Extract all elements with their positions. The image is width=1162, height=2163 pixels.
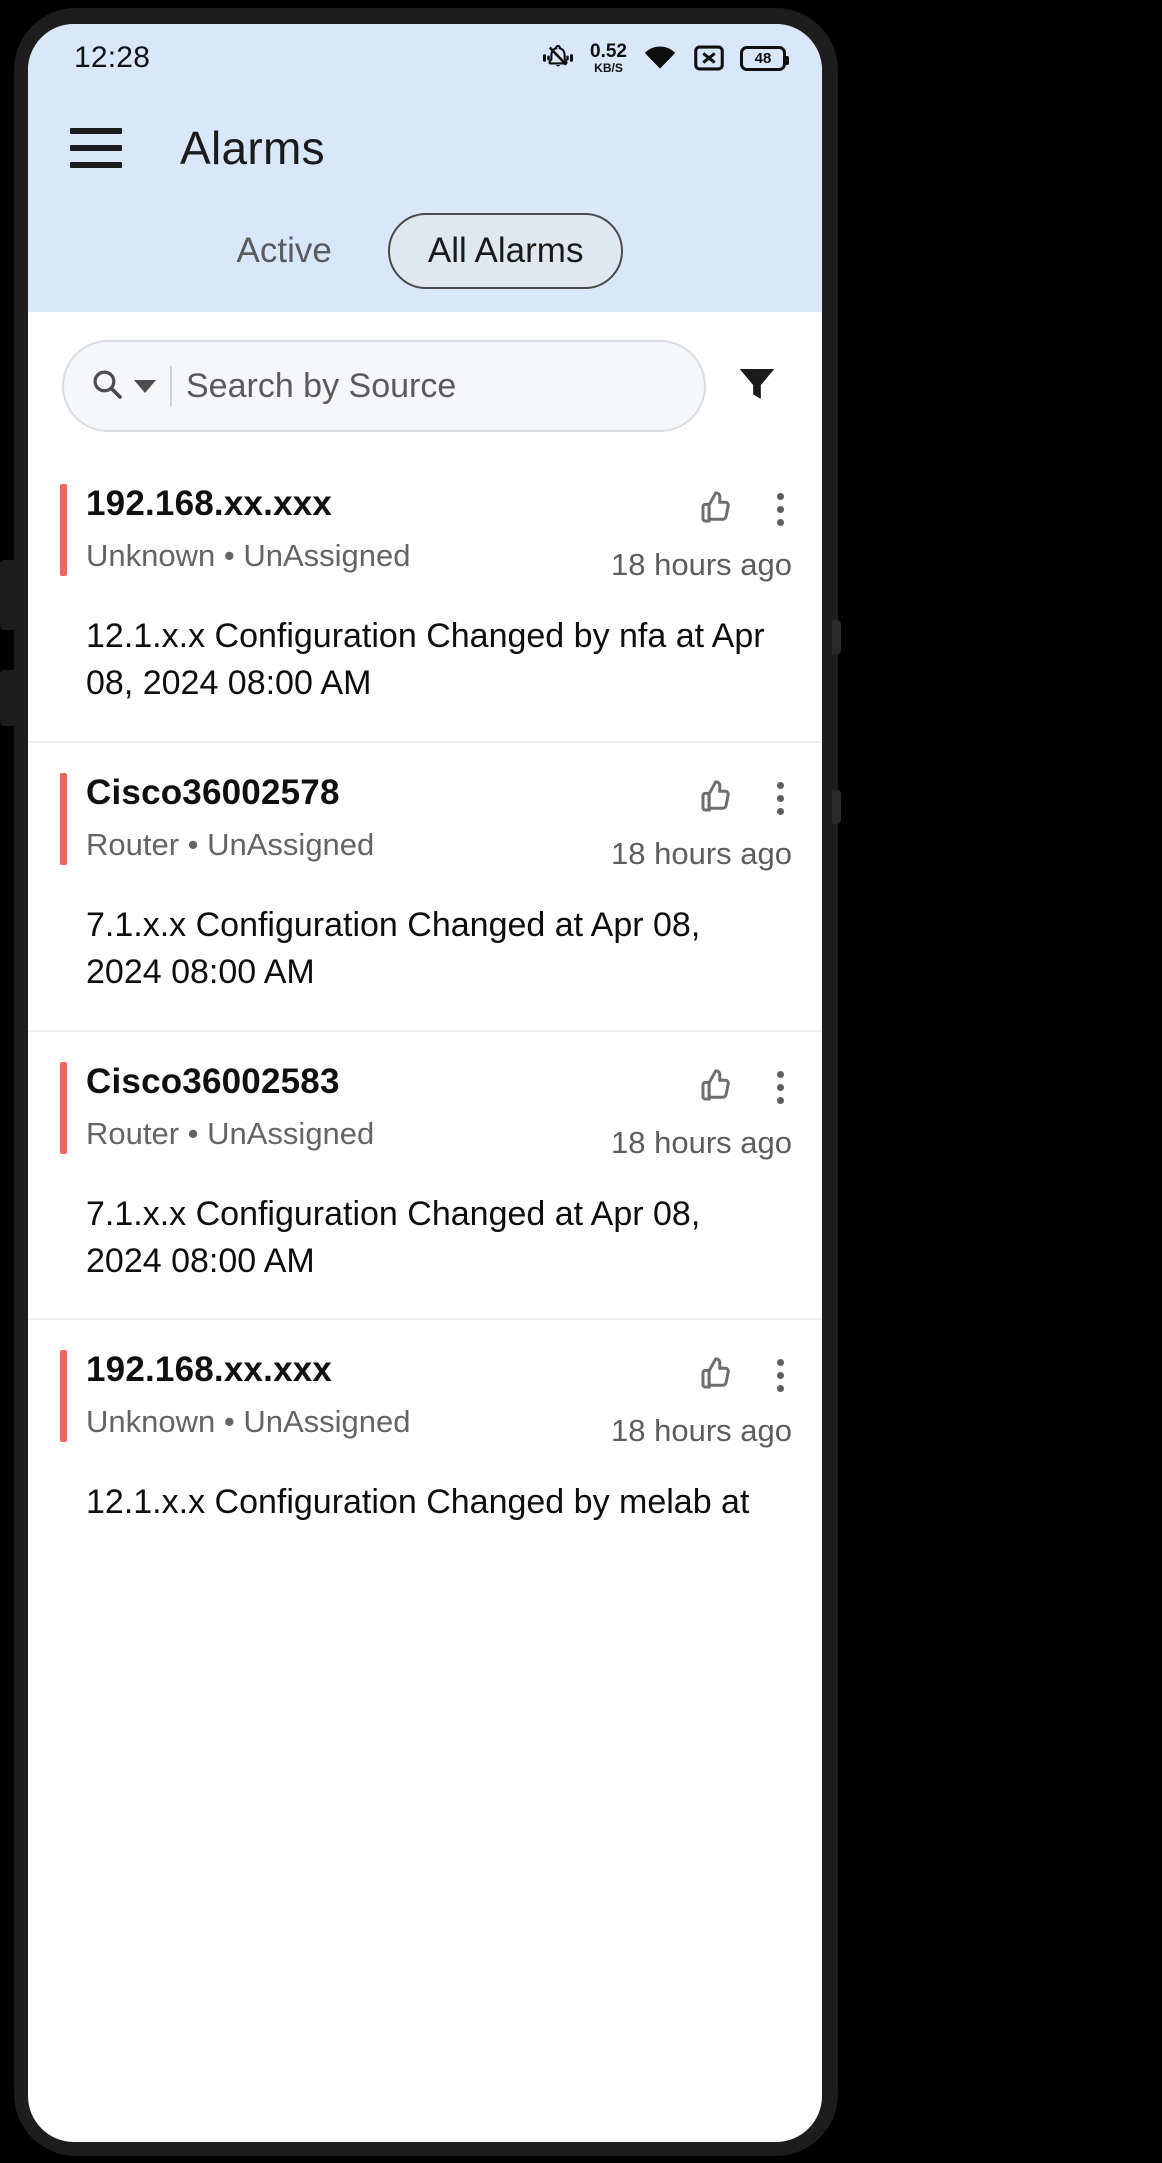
- severity-indicator: [60, 1062, 67, 1154]
- alarm-header: 192.168.xx.xxx Unknown • UnAssigned: [58, 1350, 792, 1449]
- search-row: [28, 312, 822, 454]
- alarm-message: 7.1.x.x Configuration Changed at Apr 08,…: [58, 902, 792, 996]
- alarm-source: Cisco36002578: [86, 773, 611, 813]
- alarm-header: Cisco36002578 Router • UnAssigned: [58, 773, 792, 872]
- alarm-list-item[interactable]: 192.168.xx.xxx Unknown • UnAssigned: [28, 454, 822, 743]
- volume-up-button[interactable]: [0, 560, 14, 630]
- kebab-dot: [777, 1359, 784, 1366]
- search-input[interactable]: [186, 367, 678, 406]
- no-sim-icon: [693, 44, 725, 72]
- search-box[interactable]: [62, 340, 706, 432]
- more-vertical-icon[interactable]: [769, 778, 792, 819]
- phone-screen: 12:28 0: [28, 24, 822, 2142]
- alarm-meta: Router • UnAssigned: [86, 1116, 611, 1152]
- search-icon: [90, 367, 124, 406]
- alarm-header: 192.168.xx.xxx Unknown • UnAssigned: [58, 484, 792, 583]
- severity-indicator: [60, 1350, 67, 1442]
- kebab-dot: [777, 493, 784, 500]
- alarm-meta: Router • UnAssigned: [86, 827, 611, 863]
- app-bar: Alarms Active All Alarms: [28, 92, 822, 312]
- alarm-list-item[interactable]: Cisco36002578 Router • UnAssigned: [28, 743, 822, 1032]
- network-speed-value: 0.52: [590, 42, 627, 61]
- alarm-timestamp: 18 hours ago: [611, 547, 792, 583]
- more-vertical-icon[interactable]: [769, 1355, 792, 1396]
- thumbs-up-icon[interactable]: [693, 775, 735, 822]
- page-title: Alarms: [180, 121, 325, 175]
- battery-icon: 48: [740, 46, 786, 71]
- status-bar: 12:28 0: [28, 24, 822, 92]
- assistant-button[interactable]: [832, 790, 841, 824]
- alarm-list-item[interactable]: 192.168.xx.xxx Unknown • UnAssigned: [28, 1320, 822, 1560]
- network-speed-unit: KB/S: [594, 62, 623, 74]
- wifi-icon: [642, 44, 678, 72]
- kebab-dot: [777, 1385, 784, 1392]
- alarm-meta: Unknown • UnAssigned: [86, 538, 611, 574]
- hamburger-line: [70, 162, 122, 168]
- alarm-timestamp: 18 hours ago: [611, 1125, 792, 1161]
- alarm-header-right: 18 hours ago: [611, 484, 792, 583]
- alarm-timestamp: 18 hours ago: [611, 1413, 792, 1449]
- alarm-source: 192.168.xx.xxx: [86, 1350, 611, 1390]
- volume-down-button[interactable]: [0, 670, 14, 726]
- kebab-dot: [777, 1084, 784, 1091]
- filter-funnel-icon[interactable]: [726, 361, 788, 412]
- hamburger-line: [70, 128, 122, 134]
- alarm-header-texts: Cisco36002578 Router • UnAssigned: [86, 773, 611, 863]
- kebab-dot: [777, 808, 784, 815]
- kebab-dot: [777, 782, 784, 789]
- network-speed-indicator: 0.52 KB/S: [590, 42, 627, 74]
- kebab-dot: [777, 1097, 784, 1104]
- alarm-actions: [693, 484, 792, 533]
- alarm-source: 192.168.xx.xxx: [86, 484, 611, 524]
- hamburger-menu-icon[interactable]: [70, 128, 122, 168]
- status-icon-group: 0.52 KB/S 48: [541, 42, 786, 74]
- tab-active[interactable]: Active: [227, 225, 342, 277]
- kebab-dot: [777, 795, 784, 802]
- kebab-dot: [777, 1071, 784, 1078]
- more-vertical-icon[interactable]: [769, 1067, 792, 1108]
- severity-indicator: [60, 773, 67, 865]
- phone-frame: 12:28 0: [0, 0, 1162, 2163]
- alarm-message: 12.1.x.x Configuration Changed by nfa at…: [58, 613, 792, 707]
- alarm-actions: [693, 1062, 792, 1111]
- app-bar-top-row: Alarms: [28, 92, 822, 204]
- alarm-actions: [693, 1350, 792, 1399]
- alarm-message: 12.1.x.x Configuration Changed by melab …: [58, 1479, 792, 1526]
- alarm-header-texts: Cisco36002583 Router • UnAssigned: [86, 1062, 611, 1152]
- severity-indicator: [60, 484, 67, 576]
- thumbs-up-icon[interactable]: [693, 486, 735, 533]
- alarm-message: 7.1.x.x Configuration Changed at Apr 08,…: [58, 1191, 792, 1285]
- more-vertical-icon[interactable]: [769, 489, 792, 530]
- thumbs-up-icon[interactable]: [693, 1352, 735, 1399]
- bell-mute-icon: [541, 43, 575, 73]
- alarm-header-right: 18 hours ago: [611, 1062, 792, 1161]
- alarm-meta: Unknown • UnAssigned: [86, 1404, 611, 1440]
- chevron-down-icon: [134, 380, 156, 393]
- hamburger-line: [70, 145, 122, 151]
- search-mode-selector[interactable]: [90, 367, 156, 406]
- thumbs-up-icon[interactable]: [693, 1064, 735, 1111]
- alarm-header-right: 18 hours ago: [611, 773, 792, 872]
- tab-bar: Active All Alarms: [28, 204, 822, 312]
- alarm-list-item[interactable]: Cisco36002583 Router • UnAssigned: [28, 1032, 822, 1321]
- alarm-header: Cisco36002583 Router • UnAssigned: [58, 1062, 792, 1161]
- battery-level-text: 48: [755, 50, 772, 67]
- kebab-dot: [777, 506, 784, 513]
- status-clock: 12:28: [74, 41, 150, 75]
- alarm-timestamp: 18 hours ago: [611, 836, 792, 872]
- alarm-source: Cisco36002583: [86, 1062, 611, 1102]
- power-button[interactable]: [832, 620, 841, 654]
- kebab-dot: [777, 1372, 784, 1379]
- alarm-header-texts: 192.168.xx.xxx Unknown • UnAssigned: [86, 1350, 611, 1440]
- alarm-list: 192.168.xx.xxx Unknown • UnAssigned: [28, 454, 822, 1560]
- alarm-actions: [693, 773, 792, 822]
- kebab-dot: [777, 519, 784, 526]
- tab-all-alarms[interactable]: All Alarms: [388, 213, 624, 289]
- alarm-header-texts: 192.168.xx.xxx Unknown • UnAssigned: [86, 484, 611, 574]
- search-divider: [170, 366, 172, 406]
- alarm-header-right: 18 hours ago: [611, 1350, 792, 1449]
